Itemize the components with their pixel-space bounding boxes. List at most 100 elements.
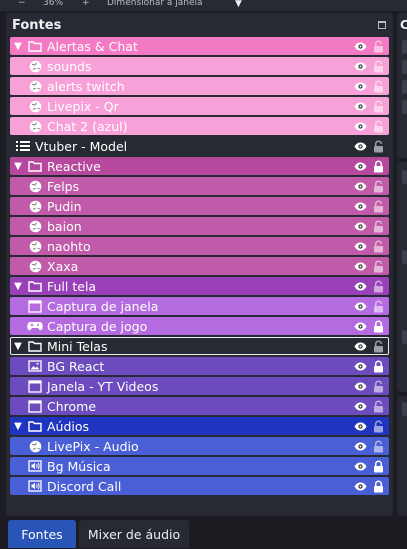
unlock-icon[interactable]: [369, 380, 387, 393]
expand-caret-icon[interactable]: ▼: [10, 421, 26, 432]
visibility-eye-icon[interactable]: [351, 462, 369, 471]
unlock-icon[interactable]: [369, 180, 387, 193]
lock-icon[interactable]: [369, 160, 387, 173]
source-group-row[interactable]: ▼ Aúdios: [10, 417, 389, 435]
list-icon: [14, 138, 32, 154]
source-label: Alertas & Chat: [47, 38, 138, 54]
source-row[interactable]: Captura de jogo: [10, 317, 389, 335]
source-row[interactable]: sounds: [10, 57, 389, 75]
controls-button[interactable]: [402, 100, 407, 114]
unlock-icon[interactable]: [369, 140, 387, 153]
source-row[interactable]: Captura de janela: [10, 297, 389, 315]
visibility-eye-icon[interactable]: [351, 162, 369, 171]
side-button[interactable]: [402, 250, 407, 264]
source-row[interactable]: alerts twitch: [10, 77, 389, 95]
visibility-eye-icon[interactable]: [351, 282, 369, 291]
source-row[interactable]: Xaxa: [10, 257, 389, 275]
zoom-out-button[interactable]: −: [18, 0, 26, 8]
visibility-eye-icon[interactable]: [351, 362, 369, 371]
unlock-icon[interactable]: [369, 220, 387, 233]
lock-icon[interactable]: [369, 460, 387, 473]
unlock-icon[interactable]: [369, 420, 387, 433]
unlock-icon[interactable]: [369, 260, 387, 273]
source-row[interactable]: Felps: [10, 177, 389, 195]
unlock-icon[interactable]: [369, 100, 387, 113]
source-row[interactable]: Vtuber - Model: [10, 137, 389, 155]
source-label: Captura de jogo: [47, 318, 148, 334]
source-group-row[interactable]: ▼ Mini Telas: [10, 337, 389, 355]
visibility-eye-icon[interactable]: [351, 402, 369, 411]
source-row[interactable]: baion: [10, 217, 389, 235]
tab-fontes[interactable]: Fontes: [8, 520, 76, 548]
visibility-eye-icon[interactable]: [351, 442, 369, 451]
source-group-row[interactable]: ▼ Reactive: [10, 157, 389, 175]
visibility-eye-icon[interactable]: [351, 342, 369, 351]
unlock-icon[interactable]: [369, 440, 387, 453]
source-row[interactable]: Chat 2 (azul): [10, 117, 389, 135]
panel-title: Fontes: [12, 18, 62, 33]
zoom-in-button[interactable]: +: [82, 0, 90, 8]
source-row[interactable]: Janela - YT Videos: [10, 377, 389, 395]
visibility-eye-icon[interactable]: [351, 482, 369, 491]
visibility-eye-icon[interactable]: [351, 202, 369, 211]
unlock-icon[interactable]: [369, 40, 387, 53]
visibility-eye-icon[interactable]: [351, 382, 369, 391]
gamepad-icon: [26, 318, 44, 334]
visibility-eye-icon[interactable]: [351, 322, 369, 331]
visibility-eye-icon[interactable]: [351, 422, 369, 431]
unlock-icon[interactable]: [369, 120, 387, 133]
unlock-icon[interactable]: [369, 80, 387, 93]
side-button[interactable]: [402, 330, 407, 344]
visibility-eye-icon[interactable]: [351, 182, 369, 191]
source-row[interactable]: Bg Música: [10, 457, 389, 475]
visibility-eye-icon[interactable]: [351, 42, 369, 51]
visibility-eye-icon[interactable]: [351, 142, 369, 151]
source-row[interactable]: Chrome: [10, 397, 389, 415]
source-row[interactable]: Pudin: [10, 197, 389, 215]
controls-button[interactable]: [402, 80, 407, 94]
unlock-icon[interactable]: [369, 340, 387, 353]
resize-mode-select[interactable]: Dimensionar à janela: [107, 0, 203, 8]
dock-tabs: Fontes Mixer de áudio: [0, 517, 407, 549]
visibility-eye-icon[interactable]: [351, 222, 369, 231]
source-row[interactable]: naohto: [10, 237, 389, 255]
browser-globe-icon: [26, 78, 44, 94]
source-label: Discord Call: [47, 478, 122, 494]
unlock-icon[interactable]: [369, 60, 387, 73]
undock-icon[interactable]: [378, 21, 386, 29]
lock-icon[interactable]: [369, 360, 387, 373]
expand-caret-icon[interactable]: ▼: [10, 41, 26, 52]
expand-caret-icon[interactable]: ▼: [10, 281, 26, 292]
controls-button[interactable]: [402, 60, 407, 74]
chevron-down-icon[interactable]: ▼: [235, 0, 242, 9]
unlock-icon[interactable]: [369, 280, 387, 293]
source-row[interactable]: Livepix - Qr: [10, 97, 389, 115]
unlock-icon[interactable]: [369, 240, 387, 253]
expand-caret-icon[interactable]: ▼: [10, 341, 26, 352]
lock-icon[interactable]: [369, 320, 387, 333]
side-button[interactable]: [402, 170, 407, 184]
lock-icon[interactable]: [369, 480, 387, 493]
source-label: Aúdios: [47, 418, 90, 434]
side-button[interactable]: [402, 402, 407, 416]
visibility-eye-icon[interactable]: [351, 302, 369, 311]
source-group-row[interactable]: ▼ Full tela: [10, 277, 389, 295]
expand-caret-icon[interactable]: ▼: [10, 161, 26, 172]
source-label: Bg Música: [47, 458, 111, 474]
controls-button[interactable]: [402, 40, 407, 54]
visibility-eye-icon[interactable]: [351, 82, 369, 91]
unlock-icon[interactable]: [369, 300, 387, 313]
source-group-row[interactable]: ▼ Alertas & Chat: [10, 37, 389, 55]
source-row[interactable]: LivePix - Audio: [10, 437, 389, 455]
visibility-eye-icon[interactable]: [351, 62, 369, 71]
unlock-icon[interactable]: [369, 400, 387, 413]
visibility-eye-icon[interactable]: [351, 122, 369, 131]
unlock-icon[interactable]: [369, 200, 387, 213]
tab-audio-mixer[interactable]: Mixer de áudio: [79, 520, 189, 548]
browser-globe-icon: [26, 438, 44, 454]
source-row[interactable]: Discord Call: [10, 477, 389, 495]
visibility-eye-icon[interactable]: [351, 242, 369, 251]
visibility-eye-icon[interactable]: [351, 102, 369, 111]
visibility-eye-icon[interactable]: [351, 262, 369, 271]
source-row[interactable]: BG React: [10, 357, 389, 375]
